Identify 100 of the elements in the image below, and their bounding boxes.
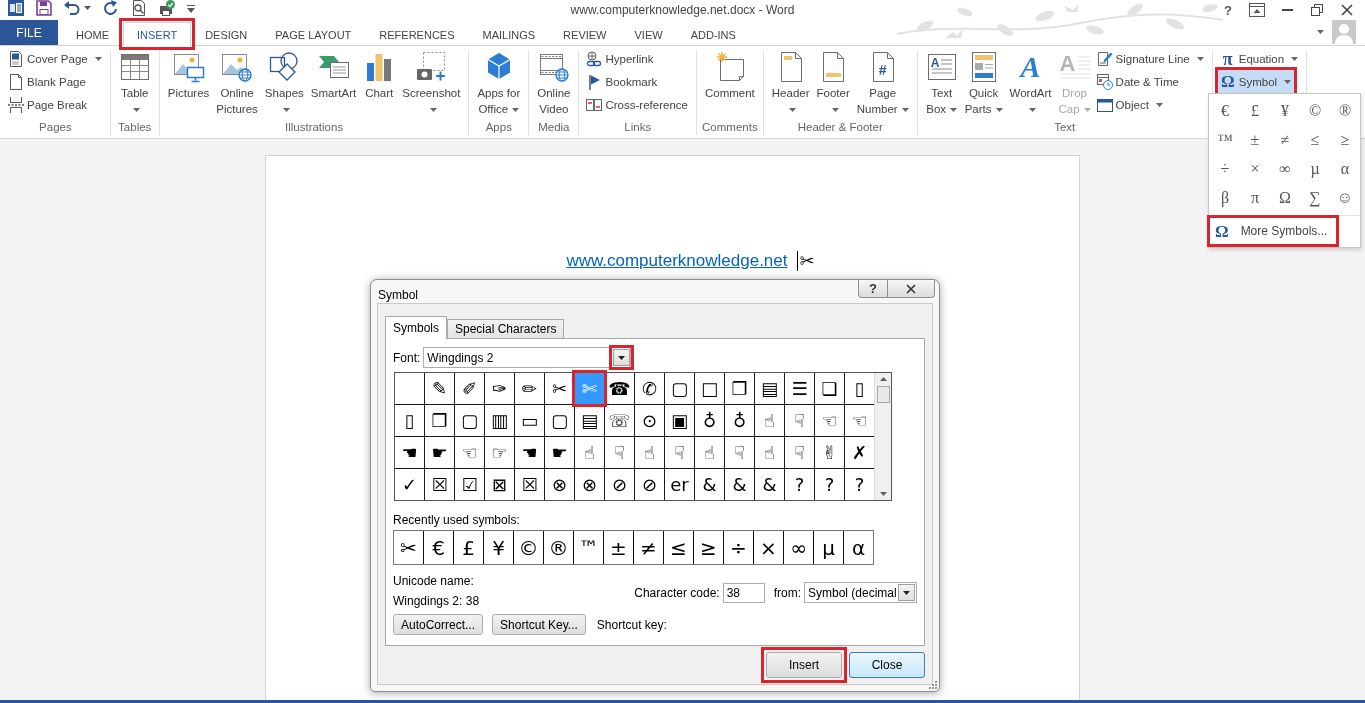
symbol-menu-item[interactable]: ∑ [1300,183,1330,212]
close-button[interactable] [888,280,935,298]
symbol-cell[interactable]: ☒ [425,469,454,500]
symbol-cell[interactable]: ? [845,469,874,500]
symbol-cell[interactable]: ☝ [695,437,724,468]
ribbon-button[interactable]: A WordArt [1006,50,1055,117]
recent-symbol-cell[interactable]: ™ [574,531,603,564]
restore-icon[interactable] [1311,4,1323,16]
font-select[interactable]: Wingdings 2 [423,347,632,368]
symbol-cell[interactable]: ☟ [605,437,634,468]
symbol-cell[interactable]: ☒ [515,469,544,500]
recent-symbol-cell[interactable]: ≠ [634,531,663,564]
recent-symbol-cell[interactable]: ± [604,531,633,564]
symbol-cell[interactable]: ✏ [515,373,544,404]
symbol-cell[interactable]: ▯ [845,373,874,404]
symbol-cell[interactable]: ▢ [665,373,694,404]
symbol-cell[interactable]: ☟ [785,405,814,436]
ribbon-button[interactable]: Shapes [261,50,307,117]
recent-symbol-cell[interactable]: ÷ [724,531,753,564]
dialog-tab[interactable]: Symbols [385,316,447,339]
symbol-cell[interactable]: ♁ [695,405,724,436]
ribbon-button[interactable]: Comment [701,50,758,101]
symbol-cell[interactable]: ✂ [545,373,574,404]
dropdown-button[interactable] [898,584,915,601]
ribbon-tab[interactable]: ADD-INS [676,22,750,46]
ribbon-tab[interactable]: PAGE LAYOUT [261,22,366,46]
ribbon-button[interactable]: Apps for Office [474,50,524,117]
scrollbar[interactable] [874,373,891,500]
recent-symbol-cell[interactable]: © [514,531,543,564]
recent-symbol-cell[interactable]: α [844,531,873,564]
recent-symbol-cell[interactable]: µ [814,531,843,564]
symbol-menu-item[interactable]: ™ [1210,125,1240,154]
symbol-cell[interactable]: ☜ [845,405,874,436]
ribbon-tab[interactable]: MAILINGS [468,22,550,46]
ribbon-button[interactable]: Cover Page [6,47,105,70]
symbol-cell[interactable]: ▥ [485,405,514,436]
symbol-menu-item[interactable]: ¥ [1270,96,1300,125]
symbol-cell[interactable]: ⊘ [635,469,664,500]
symbol-cell[interactable]: ☜ [815,405,844,436]
ribbon-button[interactable]: Header [768,50,813,117]
symbol-menu-item[interactable]: × [1240,154,1270,183]
symbol-cell[interactable]: ☟ [665,437,694,468]
symbol-menu-item[interactable]: ± [1240,125,1270,154]
ribbon-button[interactable]: Online Pictures [213,50,261,117]
ribbon-button[interactable]: Object [1094,93,1166,116]
ribbon-button[interactable]: Quick Parts [961,50,1006,117]
symbol-cell[interactable]: ▯ [395,405,424,436]
symbol-cell[interactable]: ☟ [785,437,814,468]
symbol-menu-item[interactable]: © [1300,96,1330,125]
ribbon-tab[interactable]: REVIEW [549,22,621,46]
ribbon-tab[interactable]: REFERENCES [365,22,469,46]
hyperlink[interactable]: www.computerknowledge.net [566,251,788,271]
ribbon-button[interactable]: Page Break [6,93,91,116]
recent-symbol-cell[interactable]: ≤ [664,531,693,564]
from-select[interactable]: Symbol (decimal [804,582,917,603]
symbol-cell[interactable]: ▢ [455,405,484,436]
symbol-cell[interactable]: ✑ [485,373,514,404]
symbol-cell[interactable]: ✌ [815,437,844,468]
dialog-tab[interactable]: Special Characters [447,319,565,338]
dialog-button[interactable]: Close [849,652,925,678]
symbol-cell[interactable]: ✆ [635,373,664,404]
ribbon-button[interactable]: Chart [360,50,399,101]
symbol-cell[interactable]: ▤ [575,405,604,436]
symbol-cell[interactable]: ☛ [545,437,574,468]
ribbon-button[interactable]: Blank Page [6,70,89,93]
symbol-menu-item[interactable]: β [1210,183,1240,212]
help-button[interactable]: ? [858,280,888,298]
symbol-cell[interactable]: & [695,469,724,500]
ribbon-button[interactable]: Ω Symbol [1217,70,1295,93]
symbol-cell[interactable]: ⊗ [545,469,574,500]
symbol-cell[interactable]: ▣ [665,405,694,436]
symbol-cell[interactable]: ✗ [845,437,874,468]
symbol-cell[interactable]: ⊠ [485,469,514,500]
scroll-up-icon[interactable] [879,377,887,381]
close-icon[interactable] [1341,4,1353,16]
recent-symbol-cell[interactable]: ¥ [484,531,513,564]
symbol-cell[interactable]: ⊗ [575,469,604,500]
symbol-menu-item[interactable]: ≠ [1270,125,1300,154]
recent-symbol-cell[interactable]: ✂ [394,531,423,564]
symbol-cell[interactable]: □ [695,373,724,404]
ribbon-button[interactable]: Bookmark [584,70,661,93]
symbol-cell[interactable]: ☜ [455,437,484,468]
symbol-cell[interactable]: ☚ [515,437,544,468]
symbol-menu-item[interactable]: ≥ [1330,125,1360,154]
symbol-cell[interactable]: er [665,469,694,500]
help-button[interactable]: ? [1220,2,1236,18]
ribbon-button[interactable]: Footer [813,50,853,117]
symbol-cell[interactable]: ☛ [425,437,454,468]
symbol-cell[interactable]: ▤ [755,373,784,404]
more-symbols-button[interactable]: Ω More Symbols... [1210,218,1337,244]
ribbon-button[interactable]: Hyperlink [584,47,657,70]
symbol-cell[interactable]: ✓ [395,469,424,500]
symbol-menu-item[interactable]: ≤ [1300,125,1330,154]
symbol-menu-item[interactable]: ® [1330,96,1360,125]
recent-symbol-cell[interactable]: ∞ [784,531,813,564]
dialog-button[interactable]: AutoCorrect... [393,614,484,635]
recent-symbol-cell[interactable]: € [424,531,453,564]
symbol-cell[interactable]: ▢ [545,405,574,436]
recent-symbol-cell[interactable]: × [754,531,783,564]
symbol-cell[interactable]: ☝ [755,437,784,468]
